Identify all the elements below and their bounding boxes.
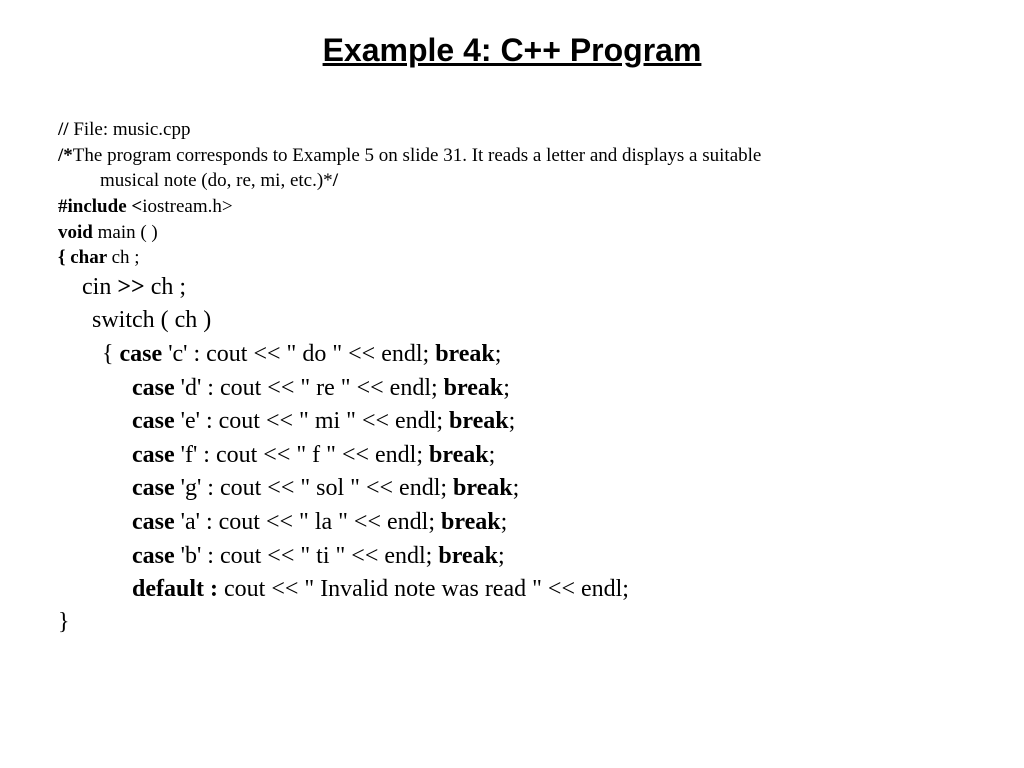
break-keyword: break — [435, 341, 495, 367]
break-keyword: break — [453, 475, 513, 501]
case-a: case 'a' : cout << " la " << endl; break… — [58, 506, 966, 540]
break-keyword: break — [444, 375, 504, 401]
cin-operator: >> — [117, 274, 150, 300]
desc-text-1: The program corresponds to Example 5 on … — [73, 145, 762, 166]
case-open-brace: { — [102, 341, 120, 367]
cin-line: cin >> ch ; — [58, 271, 966, 305]
desc-close: / — [333, 170, 338, 191]
case-b: case 'b' : cout << " ti " << endl; break… — [58, 540, 966, 574]
case-keyword: case — [132, 475, 181, 501]
cin-rest: ch ; — [151, 274, 186, 300]
case-keyword: case — [132, 408, 181, 434]
case-c: { case 'c' : cout << " do " << endl; bre… — [58, 338, 966, 372]
semicolon: ; — [489, 442, 496, 468]
case-keyword: case — [132, 442, 181, 468]
semicolon: ; — [503, 375, 510, 401]
break-keyword: break — [449, 408, 509, 434]
semicolon: ; — [498, 543, 505, 569]
case-e: case 'e' : cout << " mi " << endl; break… — [58, 405, 966, 439]
break-keyword: break — [438, 543, 498, 569]
case-keyword: case — [132, 375, 181, 401]
comment-text: File: music.cpp — [73, 119, 190, 140]
case-f-body: 'f' : cout << " f " << endl; — [181, 442, 429, 468]
switch-line: switch ( ch ) — [58, 304, 966, 338]
semicolon: ; — [509, 408, 516, 434]
switch-text: switch ( ch ) — [92, 307, 211, 333]
case-g-body: 'g' : cout << " sol " << endl; — [181, 475, 453, 501]
case-default: default : cout << " Invalid note was rea… — [58, 573, 966, 607]
main-declaration: void main ( ) — [58, 220, 966, 246]
void-keyword: void — [58, 222, 98, 243]
ch-var: ch ; — [112, 247, 140, 268]
case-f: case 'f' : cout << " f " << endl; break; — [58, 439, 966, 473]
desc-open: /* — [58, 145, 73, 166]
include-value: iostream.h> — [142, 196, 232, 217]
code-block: // File: music.cpp /*The program corresp… — [58, 117, 966, 636]
break-keyword: break — [441, 509, 501, 535]
slide-title: Example 4: C++ Program — [58, 32, 966, 69]
semicolon: ; — [513, 475, 520, 501]
case-d: case 'd' : cout << " re " << endl; break… — [58, 372, 966, 406]
case-a-body: 'a' : cout << " la " << endl; — [181, 509, 441, 535]
case-g: case 'g' : cout << " sol " << endl; brea… — [58, 472, 966, 506]
break-keyword: break — [429, 442, 489, 468]
close-brace: } — [58, 609, 966, 636]
case-keyword: case — [120, 341, 169, 367]
case-e-body: 'e' : cout << " mi " << endl; — [181, 408, 449, 434]
comment-file: // File: music.cpp — [58, 117, 966, 143]
desc-text-2: musical note (do, re, mi, etc.)* — [100, 170, 333, 191]
case-b-body: 'b' : cout << " ti " << endl; — [181, 543, 439, 569]
include-keyword: #include < — [58, 196, 142, 217]
cin-text: cin — [82, 274, 117, 300]
case-d-body: 'd' : cout << " re " << endl; — [181, 375, 444, 401]
main-text: main ( ) — [98, 222, 158, 243]
comment-prefix: // — [58, 119, 73, 140]
comment-description: /*The program corresponds to Example 5 o… — [58, 143, 966, 194]
case-keyword: case — [132, 509, 181, 535]
case-keyword: case — [132, 543, 181, 569]
semicolon: ; — [495, 341, 502, 367]
include-line: #include <iostream.h> — [58, 194, 966, 220]
semicolon: ; — [501, 509, 508, 535]
default-body: cout << " Invalid note was read " << end… — [218, 576, 629, 602]
case-c-body: 'c' : cout << " do " << endl; — [168, 341, 435, 367]
brace-char-keyword: { char — [58, 247, 112, 268]
char-declaration: { char ch ; — [58, 245, 966, 271]
default-keyword: default : — [132, 576, 218, 602]
